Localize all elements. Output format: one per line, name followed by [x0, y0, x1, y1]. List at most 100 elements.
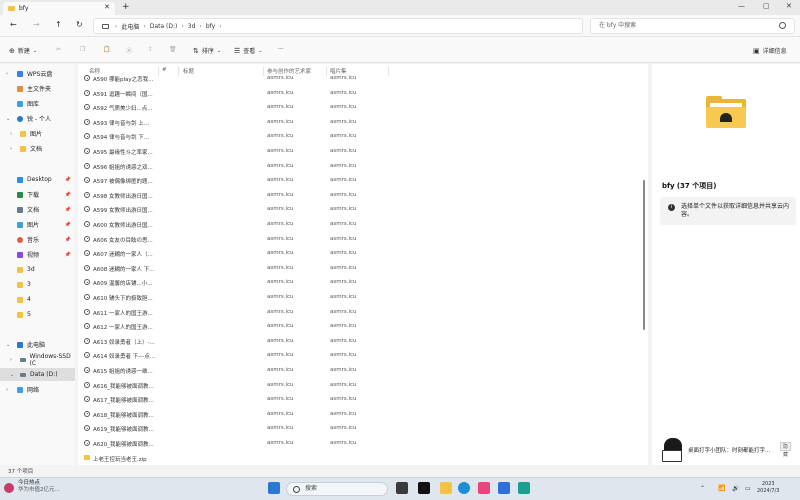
new-button[interactable]: ⊕ 新建 ⌄ — [9, 46, 40, 56]
app-icon[interactable] — [518, 482, 530, 494]
task-view-icon[interactable] — [396, 482, 408, 494]
sidebar-item-4[interactable]: 4 — [0, 293, 75, 306]
breadcrumb-pc[interactable]: 此电脑 — [121, 22, 139, 31]
details-pane-button[interactable]: ▣ 详细信息 — [753, 46, 787, 56]
breadcrumb-bfy[interactable]: bfy — [206, 23, 215, 30]
audio-file-icon — [84, 294, 90, 300]
clock[interactable]: 2023 2024/7/3 — [757, 481, 779, 495]
sidebar-item-label: 3 — [27, 281, 31, 288]
close-window-button[interactable]: ✕ — [786, 2, 792, 10]
sidebar-item-music[interactable]: 音乐 📌 — [0, 233, 75, 246]
sidebar-item-drive-c[interactable]: › Windows-SSD (C — [0, 353, 75, 367]
sidebar-item-home[interactable]: 主文件夹 — [0, 82, 75, 95]
file-row[interactable]: A613 奴录勇者（上）-... asmrs.icu asmrs.icu — [83, 334, 643, 348]
up-arrow-icon[interactable]: ↑ — [55, 20, 62, 29]
taskbar-search[interactable]: 搜索 — [286, 482, 388, 496]
file-row[interactable]: A619_我能够被面调教... asmrs.icu asmrs.icu — [83, 421, 643, 435]
file-row[interactable]: A618_我能够被面调教... asmrs.icu asmrs.icu — [83, 407, 643, 421]
copy-icon[interactable]: ❐ — [80, 46, 85, 53]
search-input[interactable]: 在 bfy 中搜索 — [590, 18, 795, 34]
wifi-icon[interactable]: 📶 — [718, 485, 725, 492]
home-icon — [17, 85, 23, 92]
sort-button[interactable]: ⇅ 排序 ⌄ — [193, 46, 224, 56]
news-widget[interactable]: 今日热点 华为市值2亿元... — [4, 480, 60, 494]
sidebar-item-drive-d[interactable]: ⌄ Data (D:) — [0, 368, 75, 381]
volume-icon[interactable]: 🔊 — [732, 485, 739, 492]
file-row[interactable]: A599 女教师出游日国... asmrs.icu asmrs.icu — [83, 202, 643, 216]
sidebar-item-downloads[interactable]: 下载 📌 — [0, 188, 75, 201]
file-row[interactable]: A614 奴录勇者 下---点... asmrs.icu asmrs.icu — [83, 348, 643, 362]
file-row[interactable]: A600 女教师出游日国... asmrs.icu asmrs.icu — [83, 217, 643, 231]
file-row[interactable]: A612 一家人的国王游... asmrs.icu asmrs.icu — [83, 319, 643, 333]
back-arrow-icon[interactable]: ← — [10, 20, 17, 29]
breadcrumb-3d[interactable]: 3d — [188, 23, 196, 30]
app-icon[interactable] — [418, 482, 430, 494]
breadcrumb-data-d[interactable]: Data (D:) — [150, 23, 178, 30]
file-row[interactable]: A620_我能够被面调教... asmrs.icu asmrs.icu — [83, 436, 643, 450]
sidebar-item-pictures[interactable]: 图片 📌 — [0, 218, 75, 231]
refresh-icon[interactable]: ↻ — [76, 20, 83, 29]
file-row[interactable]: 上老王控玩当老王.zip — [83, 451, 643, 465]
maximize-button[interactable]: ▢ — [763, 2, 770, 10]
file-row[interactable]: A611 一家人的国王游... asmrs.icu asmrs.icu — [83, 305, 643, 319]
file-row[interactable]: A590 哪能play之恋我... asmrs.icu asmrs.icu — [83, 71, 643, 85]
pane-divider[interactable] — [648, 64, 650, 465]
rename-icon[interactable]: Ⓐ — [126, 46, 132, 55]
file-row[interactable]: A598 女教师出游日国... asmrs.icu asmrs.icu — [83, 188, 643, 202]
file-album: asmrs.icu — [330, 221, 357, 227]
sidebar-item-network[interactable]: › 网络 — [0, 383, 75, 396]
sidebar-item-documents[interactable]: 文档 📌 — [0, 203, 75, 216]
sidebar-item-3[interactable]: 3 — [0, 278, 75, 291]
sidebar-item-desktop[interactable]: Desktop 📌 — [0, 173, 75, 186]
sidebar-item-gallery[interactable]: 图库 — [0, 97, 75, 110]
new-tab-button[interactable]: + — [122, 2, 130, 12]
audio-file-icon — [84, 206, 90, 213]
file-row[interactable]: A596 姐姐的诱惑之双... asmrs.icu asmrs.icu — [83, 159, 643, 173]
sidebar-item-label: 3d — [27, 266, 35, 273]
sidebar-item-videos[interactable]: 视频 📌 — [0, 248, 75, 261]
file-explorer-icon[interactable] — [440, 482, 452, 494]
popup-close-button[interactable]: 隐藏 — [780, 442, 791, 458]
sidebar-item-3d[interactable]: 3d — [0, 263, 75, 276]
start-icon[interactable] — [268, 482, 280, 494]
details-pane: bfy (37 个项目) i 选择单个文件以获取详细信息并共享云内容。 — [652, 64, 800, 465]
sidebar-item-5[interactable]: 5 — [0, 308, 75, 321]
sidebar-item-this-pc[interactable]: ⌄ 此电脑 — [0, 338, 75, 351]
sidebar-item-wps[interactable]: › WPS云盘 — [0, 67, 75, 80]
view-button[interactable]: ☰ 查看 ⌄ — [234, 46, 266, 56]
tray-expand-icon[interactable]: ⌃ — [700, 485, 705, 492]
forward-arrow-icon[interactable]: → — [33, 20, 40, 29]
more-options-button[interactable]: ··· — [278, 46, 284, 53]
sidebar-item-od-documents[interactable]: › 文档 — [0, 142, 75, 155]
file-row[interactable]: A593 律与音与剑 上... asmrs.icu asmrs.icu — [83, 115, 643, 129]
cut-icon[interactable]: ✂ — [56, 46, 61, 53]
file-row[interactable]: A608 迷糊的一家人 下... asmrs.icu asmrs.icu — [83, 261, 643, 275]
file-row[interactable]: A597 被偶像绑匿的题... asmrs.icu asmrs.icu — [83, 173, 643, 187]
file-row[interactable]: A592 气质美少妇...点... asmrs.icu asmrs.icu — [83, 100, 643, 114]
delete-icon[interactable]: 🗑 — [169, 46, 177, 53]
file-row[interactable]: A606 女友の目眩の思... asmrs.icu asmrs.icu — [83, 232, 643, 246]
minimize-button[interactable]: — — [738, 2, 745, 10]
battery-icon[interactable]: ▭ — [745, 485, 751, 492]
sidebar-item-od-pictures[interactable]: › 图片 — [0, 127, 75, 140]
file-row[interactable]: A616_我能够被面调教... asmrs.icu asmrs.icu — [83, 378, 643, 392]
file-row[interactable]: A610 辅头下的极致胆... asmrs.icu asmrs.icu — [83, 290, 643, 304]
file-album: asmrs.icu — [330, 396, 357, 403]
address-input[interactable]: › 此电脑 › Data (D:) › 3d › bfy › — [93, 18, 583, 34]
paste-icon[interactable]: 📋 — [103, 46, 110, 53]
bilibili-icon[interactable] — [478, 482, 490, 494]
tab-bfy[interactable]: bfy ✕ — [3, 2, 115, 15]
scrollbar-thumb[interactable] — [643, 180, 645, 330]
file-row[interactable]: A615 姐姐的诱惑一维... asmrs.icu asmrs.icu — [83, 363, 643, 377]
file-row[interactable]: A607 迷糊的一家人（... asmrs.icu asmrs.icu — [83, 246, 643, 260]
share-icon[interactable]: ⇪ — [148, 46, 153, 53]
file-row[interactable]: A609 温馨的店铺...小... asmrs.icu asmrs.icu — [83, 275, 643, 289]
file-row[interactable]: A594 律与音与剑 下... asmrs.icu asmrs.icu — [83, 129, 643, 143]
sidebar-item-onedrive[interactable]: ⌄ 锐 - 个人 — [0, 112, 75, 125]
file-row[interactable]: A595 最缘性斗之率家... asmrs.icu asmrs.icu — [83, 144, 643, 158]
close-tab-icon[interactable]: ✕ — [104, 3, 110, 11]
app-s-icon[interactable] — [498, 482, 510, 494]
edge-icon[interactable] — [458, 482, 470, 494]
file-row[interactable]: A591 逗趣一瞬间（国... asmrs.icu asmrs.icu — [83, 86, 643, 100]
file-row[interactable]: A617_我能够被面调教... asmrs.icu asmrs.icu — [83, 392, 643, 406]
